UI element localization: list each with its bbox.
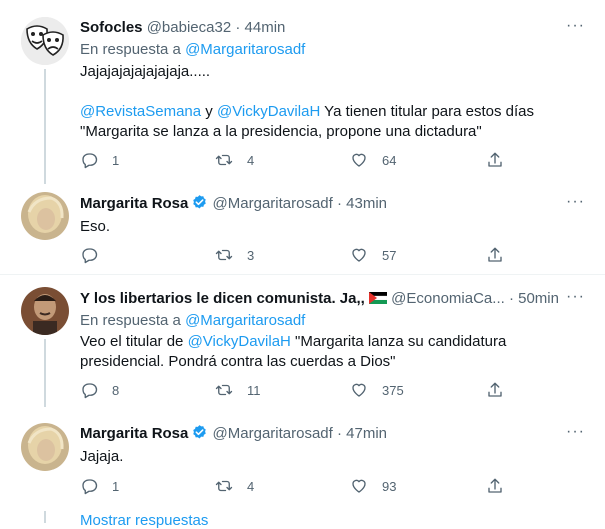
retweet-button[interactable]: 4: [215, 476, 254, 496]
separator-dot: ·: [337, 425, 342, 442]
author-name[interactable]: Sofocles: [80, 19, 143, 36]
avatar[interactable]: [21, 17, 69, 65]
like-count: 64: [382, 152, 397, 168]
author-name[interactable]: Margarita Rosa: [80, 195, 188, 212]
like-button[interactable]: 64: [350, 150, 396, 170]
verified-badge-icon: [193, 425, 207, 439]
more-options-icon[interactable]: ···: [566, 194, 585, 210]
tweet-1[interactable]: Sofocles @babieca32 · 44min ··· En respu…: [0, 0, 605, 184]
retweet-icon: [215, 154, 233, 166]
author-handle[interactable]: @Margaritarosadf: [213, 425, 333, 442]
like-button[interactable]: 93: [350, 476, 396, 496]
profile-photo-icon: [21, 192, 69, 240]
avatar[interactable]: [21, 287, 69, 335]
tweet-text-line: "Margarita se lanza a la presidencia, pr…: [80, 123, 482, 140]
reply-count: 1: [112, 478, 120, 494]
tweet-text-line: Jajajajajajajajaja.....: [80, 63, 211, 80]
author-handle[interactable]: @EconomiaCa...: [391, 290, 505, 307]
share-icon: [488, 382, 502, 397]
tweet-4[interactable]: Margarita Rosa @Margaritarosadf · 47min …: [0, 415, 605, 523]
retweet-button[interactable]: 4: [215, 150, 254, 170]
tweet-text: Veo el titular de: [80, 333, 188, 350]
thread-line: [44, 69, 46, 184]
mention-link[interactable]: @VickyDavilaH: [217, 103, 320, 120]
retweet-count: 4: [247, 478, 255, 494]
heart-icon: [352, 479, 366, 493]
thread-line: [44, 511, 46, 523]
verified-badge-icon: [193, 195, 207, 209]
share-button[interactable]: [486, 245, 504, 265]
reply-button[interactable]: 1: [80, 476, 119, 496]
tweet-text: Jajaja.: [80, 448, 124, 465]
author-name[interactable]: Margarita Rosa: [80, 425, 188, 442]
timestamp[interactable]: 44min: [245, 19, 286, 36]
share-icon: [488, 152, 502, 167]
retweet-count: 11: [247, 382, 261, 398]
reply-button[interactable]: 1: [80, 150, 119, 170]
share-icon: [488, 478, 502, 493]
timestamp[interactable]: 47min: [346, 425, 387, 442]
thread-line: [44, 339, 46, 407]
heart-icon: [352, 248, 366, 262]
reply-prefix: En respuesta a: [80, 41, 186, 58]
like-count: 93: [382, 478, 397, 494]
reply-count: 8: [112, 382, 120, 398]
share-button[interactable]: [486, 150, 504, 170]
reply-prefix: En respuesta a: [80, 312, 186, 329]
tweet-text: "Margarita lanza su candidatura: [290, 333, 507, 350]
reply-to-link[interactable]: @Margaritarosadf: [185, 41, 305, 58]
reply-icon: [82, 383, 98, 399]
retweet-icon: [215, 480, 233, 492]
like-count: 57: [382, 247, 397, 263]
retweet-count: 4: [247, 152, 255, 168]
reply-icon: [82, 479, 98, 495]
retweet-icon: [215, 384, 233, 396]
like-count: 375: [382, 382, 404, 398]
share-icon: [488, 247, 502, 262]
retweet-button[interactable]: 3: [215, 245, 254, 265]
theater-masks-icon: [21, 17, 69, 65]
tweet-text-line: presidencial. Pondrá contra las cuerdas …: [80, 353, 396, 370]
mention-link[interactable]: @RevistaSemana: [80, 103, 201, 120]
heart-icon: [352, 383, 366, 397]
mention-link[interactable]: @VickyDavilaH: [188, 333, 291, 350]
timestamp[interactable]: 43min: [346, 195, 387, 212]
reply-button[interactable]: [80, 245, 112, 265]
like-button[interactable]: 375: [350, 380, 404, 400]
reply-button[interactable]: 8: [80, 380, 119, 400]
more-options-icon[interactable]: ···: [566, 424, 585, 440]
reply-icon: [82, 153, 98, 169]
tweet-text: Ya tienen titular para estos días: [320, 103, 535, 120]
retweet-button[interactable]: 11: [215, 380, 261, 400]
show-more-replies-link[interactable]: Mostrar respuestas: [80, 512, 208, 529]
tweet-3[interactable]: Y los libertarios le dicen comunista. Ja…: [0, 275, 605, 407]
tweet-2[interactable]: Margarita Rosa @Margaritarosadf · 43min …: [0, 184, 605, 272]
profile-photo-icon: [21, 423, 69, 471]
separator-dot: ·: [508, 290, 514, 307]
avatar[interactable]: [21, 192, 69, 240]
avatar[interactable]: [21, 423, 69, 471]
heart-icon: [352, 153, 366, 167]
separator-dot: ·: [337, 195, 342, 212]
author-handle[interactable]: @babieca32: [147, 19, 231, 36]
more-options-icon[interactable]: ···: [566, 18, 585, 34]
separator-dot: ·: [235, 19, 241, 36]
palestine-flag-icon: [368, 292, 388, 304]
tweet-text: Eso.: [80, 218, 111, 235]
retweet-count: 3: [247, 247, 255, 263]
share-button[interactable]: [486, 476, 504, 496]
author-name[interactable]: Y los libertarios le dicen comunista. Ja…: [80, 290, 365, 307]
more-options-icon[interactable]: ···: [566, 289, 585, 305]
like-button[interactable]: 57: [350, 245, 396, 265]
author-handle[interactable]: @Margaritarosadf: [213, 195, 333, 212]
reply-icon: [82, 248, 98, 264]
profile-photo-icon: [21, 287, 69, 335]
retweet-icon: [215, 249, 233, 261]
reply-count: 1: [112, 152, 120, 168]
reply-to-link[interactable]: @Margaritarosadf: [185, 312, 305, 329]
tweet-text: y: [201, 103, 217, 120]
timestamp[interactable]: 50min: [518, 290, 559, 307]
share-button[interactable]: [486, 380, 504, 400]
